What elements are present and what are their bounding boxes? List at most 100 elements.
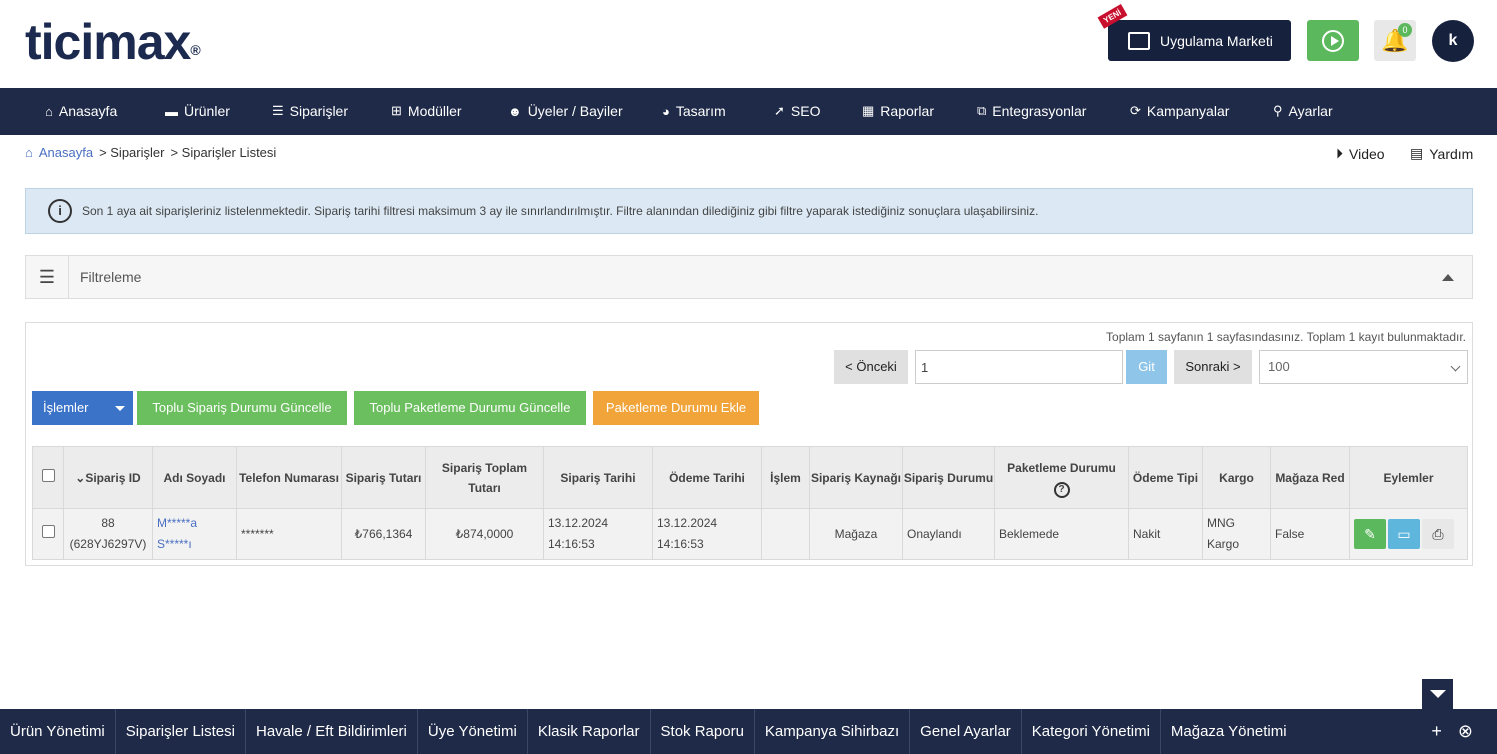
integration-icon: ⧉ bbox=[977, 103, 987, 118]
col-status: Sipariş Durumu bbox=[902, 446, 995, 509]
quick-link-genel-ayarlar[interactable]: Genel Ayarlar bbox=[910, 709, 1022, 754]
quick-link-magaza-yonetimi[interactable]: Mağaza Yönetimi bbox=[1161, 709, 1297, 754]
question-icon[interactable]: ? bbox=[1053, 481, 1070, 498]
nav-item-urunler[interactable]: ▬ Ürünler bbox=[165, 103, 230, 119]
user-avatar[interactable]: k bbox=[1432, 20, 1474, 62]
go-button[interactable]: Git bbox=[1126, 350, 1167, 384]
play-circle-icon: ⏵ bbox=[1336, 145, 1343, 161]
breadcrumb-current: > Siparişler Listesi bbox=[170, 145, 277, 160]
sort-caret-icon: ⌄ bbox=[75, 470, 86, 485]
cell-phone: ******* bbox=[236, 508, 342, 560]
add-packaging-status-button[interactable]: Paketleme Durumu Ekle bbox=[593, 391, 759, 425]
cell-source: Mağaza bbox=[809, 508, 903, 560]
col-name: Adı Soyadı bbox=[152, 446, 237, 509]
cell-cargo: MNG Kargo bbox=[1202, 508, 1271, 560]
bulk-packaging-status-button[interactable]: Toplu Paketleme Durumu Güncelle bbox=[354, 391, 586, 425]
orders-table: ⌄Sipariş ID Adı Soyadı Telefon Numarası … bbox=[32, 446, 1468, 560]
info-text: Son 1 aya ait siparişleriniz listelenmek… bbox=[82, 204, 1039, 218]
nav-item-kampanyalar[interactable]: ⟳ Kampanyalar bbox=[1130, 103, 1229, 119]
col-ops: Eylemler bbox=[1349, 446, 1468, 509]
quick-link-kampanya-sihirbazi[interactable]: Kampanya Sihirbazı bbox=[755, 709, 911, 754]
next-page-button[interactable]: Sonraki > bbox=[1174, 350, 1252, 384]
row-select-cell bbox=[32, 508, 64, 560]
cell-order-date: 13.12.2024 14:16:53 bbox=[543, 508, 653, 560]
cell-ops: ✎ ▭ ⎙ bbox=[1349, 508, 1468, 560]
quick-link-havale-eft[interactable]: Havale / Eft Bildirimleri bbox=[246, 709, 418, 754]
help-link[interactable]: ▤ Yardım bbox=[1410, 145, 1473, 162]
cell-pay-date: 13.12.2024 14:16:53 bbox=[652, 508, 762, 560]
cell-packaging: Beklemede bbox=[994, 508, 1129, 560]
notification-count-badge: 0 bbox=[1398, 23, 1412, 37]
col-phone: Telefon Numarası bbox=[236, 446, 342, 509]
col-source: Sipariş Kaynağı bbox=[809, 446, 903, 509]
plus-icon[interactable]: + bbox=[1431, 721, 1442, 742]
nav-item-seo[interactable]: ➚ SEO bbox=[774, 103, 820, 119]
store-icon bbox=[1128, 31, 1150, 50]
quick-link-klasik-raporlar[interactable]: Klasik Raporlar bbox=[528, 709, 651, 754]
cell-store-red: False bbox=[1270, 508, 1350, 560]
page-number-input[interactable] bbox=[915, 350, 1123, 384]
nav-item-siparisler[interactable]: ☰ Siparişler bbox=[272, 103, 348, 119]
nav-item-anasayfa[interactable]: ⌂ Anasayfa bbox=[45, 103, 117, 119]
close-circle-icon[interactable]: ⊗ bbox=[1458, 721, 1473, 742]
palette-icon: ◕ bbox=[662, 103, 670, 119]
col-order-date: Sipariş Tarihi bbox=[543, 446, 653, 509]
quick-bar-controls: + ⊗ bbox=[1431, 721, 1473, 742]
col-cargo: Kargo bbox=[1202, 446, 1271, 509]
select-all-checkbox[interactable] bbox=[41, 468, 55, 482]
nav-item-moduller[interactable]: ⊞ Modüller bbox=[391, 103, 462, 119]
col-pay-type: Ödeme Tipi bbox=[1128, 446, 1203, 509]
quick-link-siparisler-listesi[interactable]: Siparişler Listesi bbox=[116, 709, 246, 754]
folder-open-icon[interactable]: ▭ bbox=[1388, 519, 1420, 549]
ticimax-logo[interactable]: ticimax® bbox=[25, 16, 201, 68]
quick-link-stok-raporu[interactable]: Stok Raporu bbox=[651, 709, 755, 754]
quick-link-uye-yonetimi[interactable]: Üye Yönetimi bbox=[418, 709, 528, 754]
collapse-caret-icon[interactable] bbox=[1442, 273, 1454, 281]
book-icon: ▤ bbox=[1410, 145, 1424, 161]
print-icon[interactable]: ⎙ bbox=[1422, 519, 1454, 549]
video-link[interactable]: ⏵ Video bbox=[1336, 145, 1385, 162]
home-icon: ⌂ bbox=[45, 103, 53, 119]
cell-name[interactable]: M*****a S*****ı bbox=[152, 508, 237, 560]
video-play-button[interactable] bbox=[1307, 20, 1359, 61]
breadcrumb-home-link[interactable]: Anasayfa bbox=[39, 145, 93, 160]
quick-link-urun-yonetimi[interactable]: Ürün Yönetimi bbox=[0, 709, 116, 754]
table-row: 88 (628YJ6297V) M*****a S*****ı ******* ₺7… bbox=[32, 508, 1468, 560]
edit-icon[interactable]: ✎ bbox=[1354, 519, 1386, 549]
hamburger-icon: ☰ bbox=[26, 256, 69, 298]
nav-item-tasarim[interactable]: ◕ Tasarım bbox=[662, 103, 726, 119]
cell-total: ₺874,0000 bbox=[425, 508, 544, 560]
quick-link-kategori-yonetimi[interactable]: Kategori Yönetimi bbox=[1022, 709, 1161, 754]
nav-item-entegrasyonlar[interactable]: ⧉ Entegrasyonlar bbox=[977, 103, 1086, 119]
nav-item-ayarlar[interactable]: ⚲ Ayarlar bbox=[1273, 103, 1333, 119]
home-icon[interactable]: ⌂ bbox=[25, 145, 33, 160]
col-order-id[interactable]: ⌄Sipariş ID bbox=[63, 446, 153, 509]
folder-icon: ▬ bbox=[165, 103, 178, 119]
plus-box-icon: ⊞ bbox=[391, 103, 402, 118]
cell-action bbox=[761, 508, 810, 560]
bulk-order-status-button[interactable]: Toplu Sipariş Durumu Güncelle bbox=[137, 391, 347, 425]
filter-panel-header[interactable]: ☰ Filtreleme bbox=[25, 255, 1473, 299]
play-icon bbox=[1322, 29, 1344, 52]
top-header: ticimax® Uygulama Marketi YENİ 🔔 0 k bbox=[0, 0, 1497, 88]
orders-panel: Toplam 1 sayfanın 1 sayfasındasınız. Top… bbox=[25, 322, 1473, 566]
col-store-red: Mağaza Red bbox=[1270, 446, 1350, 509]
nav-item-uyeler[interactable]: ☻ Üyeler / Bayiler bbox=[508, 103, 623, 119]
page-size-select[interactable]: 100 bbox=[1259, 350, 1468, 384]
info-alert: i Son 1 aya ait siparişleriniz listelenm… bbox=[25, 188, 1473, 234]
filter-label: Filtreleme bbox=[80, 269, 142, 285]
row-checkbox[interactable] bbox=[41, 524, 55, 538]
scroll-down-button[interactable] bbox=[1422, 679, 1453, 709]
chevron-down-icon bbox=[115, 406, 125, 411]
users-icon: ☻ bbox=[508, 103, 522, 119]
col-action: İşlem bbox=[761, 446, 810, 509]
list-icon: ☰ bbox=[272, 103, 284, 118]
actions-dropdown-button[interactable]: İşlemler bbox=[32, 391, 133, 425]
col-packaging: Paketleme Durumu? bbox=[994, 446, 1129, 509]
nav-item-raporlar[interactable]: ▦ Raporlar bbox=[862, 103, 934, 119]
breadcrumb: ⌂ Anasayfa > Siparişler > Siparişler Lis… bbox=[25, 145, 276, 160]
prev-page-button[interactable]: < Önceki bbox=[834, 350, 908, 384]
app-market-button[interactable]: Uygulama Marketi bbox=[1108, 20, 1291, 61]
breadcrumb-siparisler[interactable]: > Siparişler bbox=[99, 145, 164, 160]
select-all-cell bbox=[32, 446, 64, 509]
